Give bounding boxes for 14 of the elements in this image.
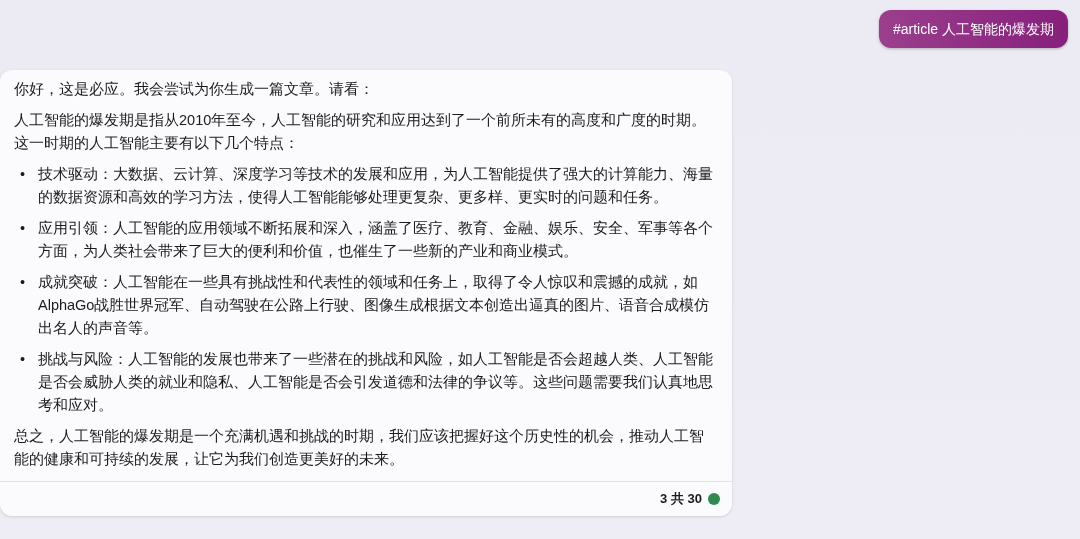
bullet-marker: • — [20, 350, 27, 369]
paragraph: 人工智能的爆发期是指从2010年至今，人工智能的研究和应用达到了一个前所未有的高度和广度的时期。这一时期的人工智能主要有以下几个特点： — [14, 111, 708, 153]
status-dot-icon — [708, 493, 720, 505]
bullet-item: 技术驱动：大数据、云计算、深度学习等技术的发展和应用，为人工智能提供了强大的计算能力、海量的数据资源和高效的学习方法，使得人工智能能够处理更复杂、更多样、更实时的问题和任务。 — [38, 165, 714, 207]
paragraph: 你好，这是必应。我会尝试为你生成一篇文章。请看： — [14, 80, 375, 99]
bullet-item: 应用引领：人工智能的应用领域不断拓展和深入，涵盖了医疗、教育、金融、娱乐、安全、军事等各个方面，为人类社会带来了巨大的便利和价值，也催生了一些新的产业和商业模式。 — [38, 219, 714, 261]
bullet-marker: • — [20, 273, 27, 292]
bullet-marker: • — [20, 219, 27, 238]
paragraph: 总之，人工智能的爆发期是一个充满机遇和挑战的时期，我们应该把握好这个历史性的机会，推动人工智能的健康和可持续的发展，让它为我们创造更美好的未来。 — [14, 427, 705, 469]
bullet-item: 挑战与风险：人工智能的发展也带来了一些潜在的挑战和风险，如人工智能是否会超越人类、人工智能是否会威胁人类的就业和隐私、人工智能是否会引发道德和法律的争议等。这些问题需要我们认真地思考和应对。 — [38, 350, 714, 415]
bullet-marker: • — [20, 165, 27, 184]
bullet-item: 成就突破：人工智能在一些具有挑战性和代表性的领域和任务上，取得了令人惊叹和震撼的成就，如AlphaGo战胜世界冠军、自动驾驶在公路上行驶、图像生成根据文本创造出逼真的图片、语音合成模仿出名人的声音等。 — [38, 273, 711, 338]
turn-counter: 3 共 30 — [660, 490, 702, 508]
user-message: #article 人工智能的爆发期 — [878, 10, 1068, 48]
